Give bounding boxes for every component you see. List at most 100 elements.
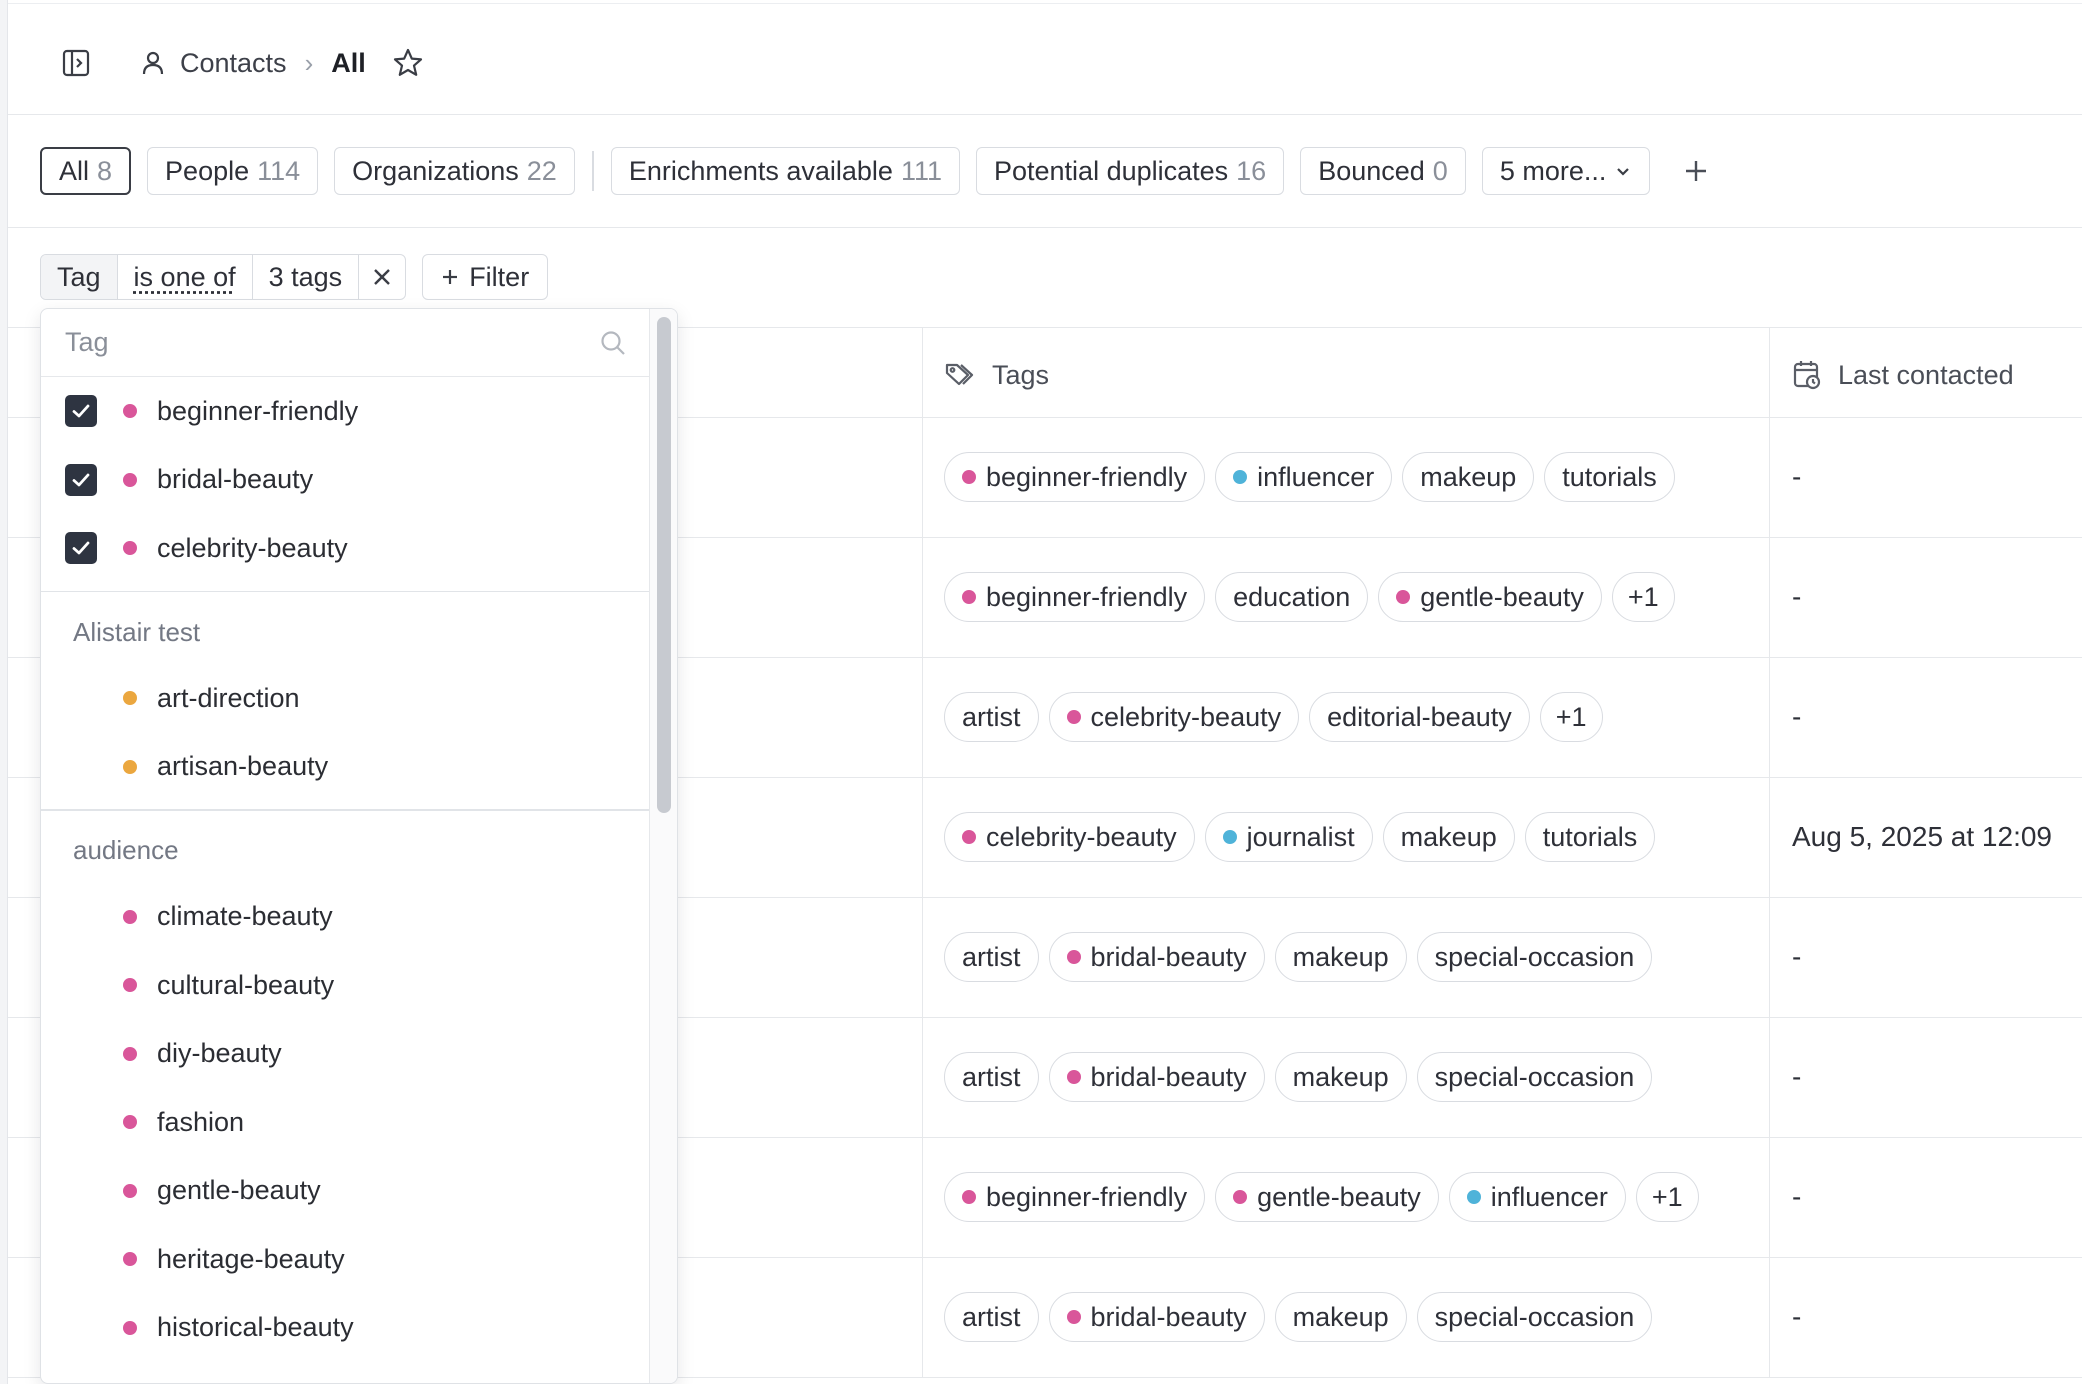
tag-option[interactable]: art-direction [41, 664, 651, 733]
checkbox-unchecked[interactable] [65, 751, 97, 783]
tag-chip[interactable]: makeup [1402, 452, 1535, 502]
tag-chip[interactable]: journalist [1204, 812, 1373, 862]
star-icon[interactable] [392, 47, 424, 79]
dropdown-divider [41, 809, 651, 811]
tag-option-selected[interactable]: bridal-beauty [41, 446, 651, 515]
tag-chip[interactable]: artist [944, 932, 1039, 982]
tag-label: beginner-friendly [986, 461, 1188, 492]
tag-chip[interactable]: special-occasion [1416, 1052, 1653, 1102]
tag-chip[interactable]: bridal-beauty [1048, 932, 1265, 982]
tag-label: makeup [1292, 941, 1389, 972]
view-all[interactable]: All 8 [40, 147, 132, 195]
tag-chip[interactable]: special-occasion [1416, 932, 1653, 982]
checkbox-unchecked[interactable] [65, 1038, 97, 1070]
tag-chip[interactable]: celebrity-beauty [944, 812, 1195, 862]
tag-option-selected[interactable]: beginner-friendly [41, 377, 651, 446]
checkbox-unchecked[interactable] [65, 1312, 97, 1344]
checkbox-unchecked[interactable] [65, 901, 97, 933]
tag-chip[interactable]: beginner-friendly [944, 1172, 1206, 1222]
view-potential-duplicates[interactable]: Potential duplicates 16 [976, 147, 1285, 195]
tag-chip[interactable]: education [1215, 572, 1369, 622]
tag-chip[interactable]: celebrity-beauty [1048, 692, 1300, 742]
column-header-tags[interactable]: Tags [944, 353, 1049, 397]
tag-color-dot [123, 978, 137, 993]
tag-chip[interactable]: tutorials [1524, 812, 1656, 862]
column-header-last-contacted[interactable]: Last contacted [1792, 353, 2014, 397]
checkbox-unchecked[interactable] [65, 969, 97, 1001]
tag-chip[interactable]: makeup [1274, 1292, 1407, 1342]
sidebar-toggle-icon[interactable] [56, 43, 96, 83]
checkbox-checked[interactable] [65, 395, 97, 428]
tag-option[interactable]: historical-beauty [41, 1294, 651, 1363]
tag-option[interactable]: cultural-beauty [41, 951, 651, 1020]
dropdown-divider [41, 590, 651, 592]
tag-label: bridal-beauty [1090, 941, 1247, 972]
tag-option-label: fashion [157, 1106, 245, 1137]
tag-chip[interactable]: makeup [1274, 932, 1407, 982]
tag-chip[interactable]: gentle-beauty [1378, 572, 1602, 622]
tag-chip[interactable]: special-occasion [1416, 1292, 1653, 1342]
checkbox-unchecked[interactable] [65, 1106, 97, 1138]
tag-chip[interactable]: influencer [1215, 452, 1393, 502]
tags-cell: beginner-friendly gentle-beauty influencer… [944, 1137, 1699, 1257]
tag-chip[interactable]: artist [944, 1052, 1039, 1102]
filter-value[interactable]: 3 tags [253, 255, 360, 299]
tag-chip[interactable]: makeup [1382, 812, 1515, 862]
view-count: 114 [257, 155, 301, 186]
filter-field[interactable]: Tag [41, 255, 118, 299]
tag-color-dot [123, 1252, 137, 1267]
filter-operator[interactable]: is one of [118, 255, 253, 299]
view-people[interactable]: People 114 [147, 147, 319, 195]
tag-search [41, 309, 651, 377]
checkbox-checked[interactable] [65, 463, 97, 496]
view-organizations[interactable]: Organizations 22 [334, 147, 575, 195]
last-contacted-cell: - [1792, 1061, 1802, 1092]
tag-chip[interactable]: artist [944, 692, 1039, 742]
checkbox-unchecked[interactable] [65, 1243, 97, 1275]
tag-label: bridal-beauty [1090, 1061, 1247, 1092]
tag-label: tutorials [1562, 461, 1657, 492]
tag-option[interactable]: gentle-beauty [41, 1157, 651, 1226]
tag-chip[interactable]: editorial-beauty [1309, 692, 1530, 742]
view-bounced[interactable]: Bounced 0 [1300, 147, 1466, 195]
tag-chip[interactable]: artist [944, 1292, 1039, 1342]
tag-option[interactable]: artisan-beauty [41, 733, 651, 802]
chevron-down-icon [1617, 168, 1630, 176]
more-views-dropdown[interactable]: 5 more... [1481, 147, 1651, 195]
tag-option[interactable]: fashion [41, 1088, 651, 1157]
more-tags-chip[interactable]: +1 [1539, 692, 1603, 742]
tag-chip[interactable]: tutorials [1544, 452, 1675, 502]
tag-color-dot [962, 1190, 976, 1204]
search-icon [599, 329, 627, 362]
add-filter-button[interactable]: Filter [422, 254, 549, 300]
tag-option[interactable]: climate-beauty [41, 883, 651, 952]
column-header-label: Last contacted [1838, 359, 2014, 390]
tag-chip[interactable]: bridal-beauty [1048, 1052, 1265, 1102]
tag-chip[interactable]: influencer [1448, 1172, 1626, 1222]
tag-chip[interactable]: beginner-friendly [944, 452, 1206, 502]
tag-chip[interactable]: makeup [1274, 1052, 1407, 1102]
tag-group-header: audience [73, 835, 179, 865]
checkbox-unchecked[interactable] [65, 682, 97, 714]
tag-option[interactable]: heritage-beauty [41, 1225, 651, 1294]
scrollbar[interactable] [649, 309, 677, 1383]
close-icon[interactable] [359, 255, 405, 299]
breadcrumb-contacts[interactable]: Contacts [140, 48, 287, 79]
tag-option-label: bridal-beauty [157, 464, 314, 495]
more-tags-chip[interactable]: +1 [1611, 572, 1675, 622]
checkbox-checked[interactable] [65, 532, 97, 565]
tag-option-selected[interactable]: celebrity-beauty [41, 514, 651, 583]
plus-icon[interactable] [1676, 151, 1716, 191]
view-enrichments-available[interactable]: Enrichments available 111 [610, 147, 960, 195]
tag-option[interactable]: diy-beauty [41, 1020, 651, 1089]
tag-chip[interactable]: gentle-beauty [1215, 1172, 1439, 1222]
scrollbar-thumb[interactable] [657, 317, 671, 813]
tag-chip[interactable]: bridal-beauty [1048, 1292, 1265, 1342]
tag-label: education [1233, 581, 1351, 612]
tag-chip[interactable]: beginner-friendly [944, 572, 1206, 622]
tag-search-input[interactable] [65, 327, 585, 358]
checkbox-unchecked[interactable] [65, 1175, 97, 1207]
tags-cell: artist bridal-beauty makeup special-occasio… [944, 1017, 1653, 1137]
more-tags-chip[interactable]: +1 [1635, 1172, 1699, 1222]
tag-color-dot [123, 759, 137, 774]
